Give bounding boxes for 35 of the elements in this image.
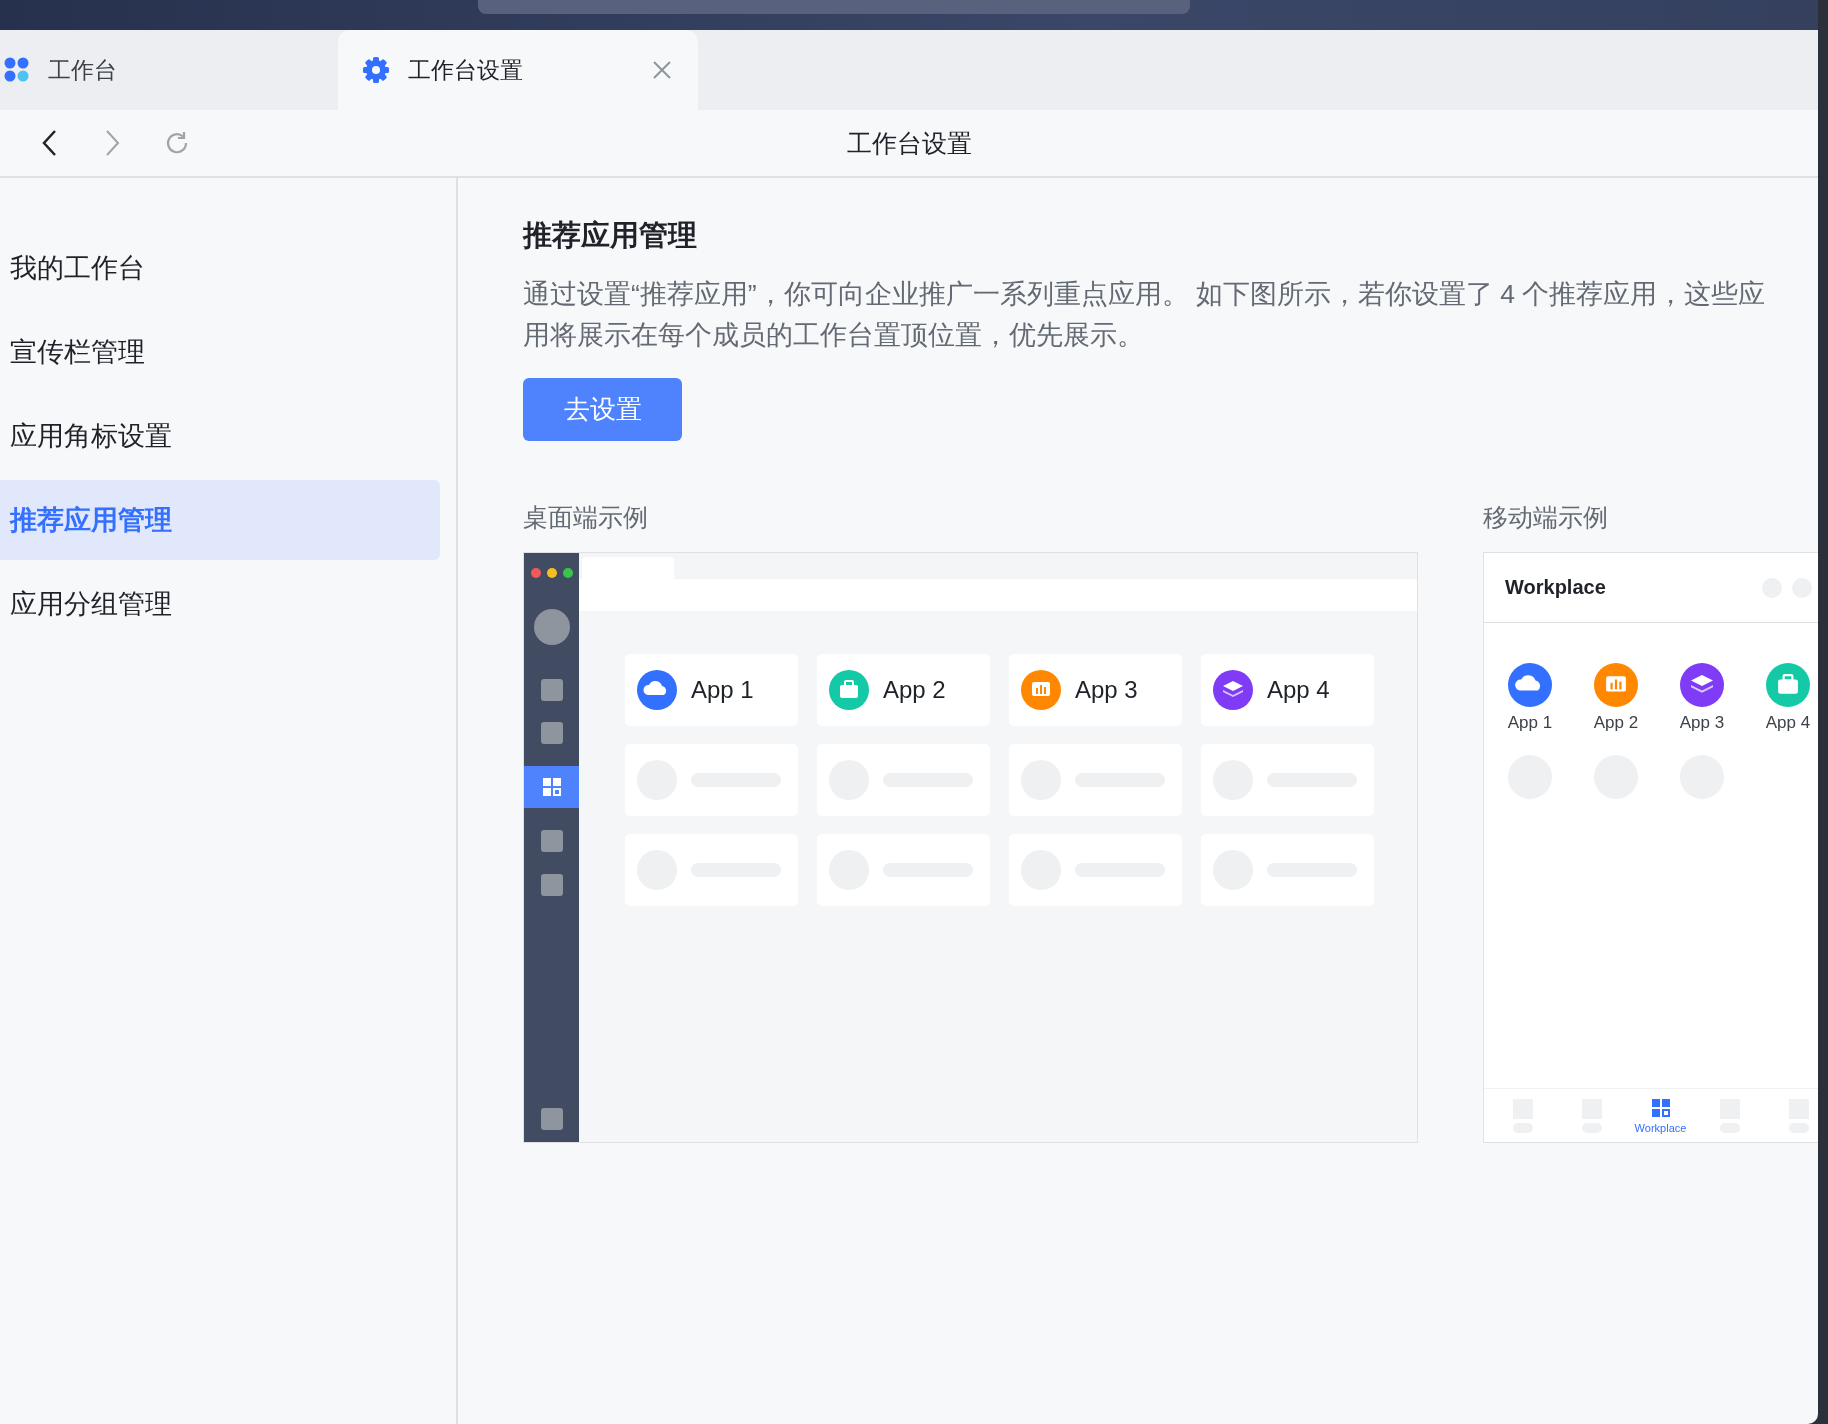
tab[interactable]: 工作台 (0, 30, 338, 110)
nav-placeholder (540, 874, 563, 896)
app-name: App 1 (1507, 713, 1553, 733)
example-label: 移动端示例 (1483, 502, 1609, 533)
section-title: 推荐应用管理 (523, 218, 698, 253)
app-name: App 2 (883, 676, 946, 704)
nav-placeholder (540, 830, 563, 852)
tab[interactable]: 工作台设置 (338, 30, 698, 110)
description-line: 通过设置“推荐应用”，你可向企业推广一系列重点应用。 如下图所示，若你设置了 4 个推荐应用，这些应 (523, 278, 1767, 311)
mockup-title: Workplace (1505, 576, 1607, 599)
sidebar-item[interactable]: 应用角标设置 (0, 396, 440, 476)
sidebar-item[interactable]: 我的工作台 (0, 228, 440, 308)
nav-placeholder (540, 722, 563, 744)
app-name: App 4 (1267, 676, 1330, 704)
app-name: App 4 (1765, 713, 1811, 733)
nav-placeholder (540, 1108, 563, 1130)
example-label: 桌面端示例 (523, 502, 649, 533)
sidebar-item[interactable]: 推荐应用管理 (0, 480, 440, 560)
sidebar-item[interactable]: 应用分组管理 (0, 564, 440, 644)
app-name: App 1 (691, 676, 754, 704)
page-title: 工作台设置 (846, 127, 972, 159)
settings-icon (362, 56, 390, 84)
description-line: 用将展示在每个成员的工作台置顶位置，优先展示。 (523, 319, 1145, 352)
apps-icon (4, 57, 30, 83)
nav-placeholder (540, 679, 563, 701)
avatar (533, 609, 570, 645)
sidebar-item[interactable]: 宣传栏管理 (0, 312, 440, 392)
app-name: App 3 (1679, 713, 1725, 733)
tabbar-item[interactable]: Workplace (1626, 1097, 1695, 1134)
app-name: App 3 (1075, 676, 1138, 704)
grid-icon (1650, 1097, 1671, 1118)
settings-button[interactable]: 去设置 (523, 378, 682, 441)
grid-icon (541, 777, 562, 797)
window-controls-icon (529, 567, 574, 579)
app-name: App 2 (1593, 713, 1639, 733)
